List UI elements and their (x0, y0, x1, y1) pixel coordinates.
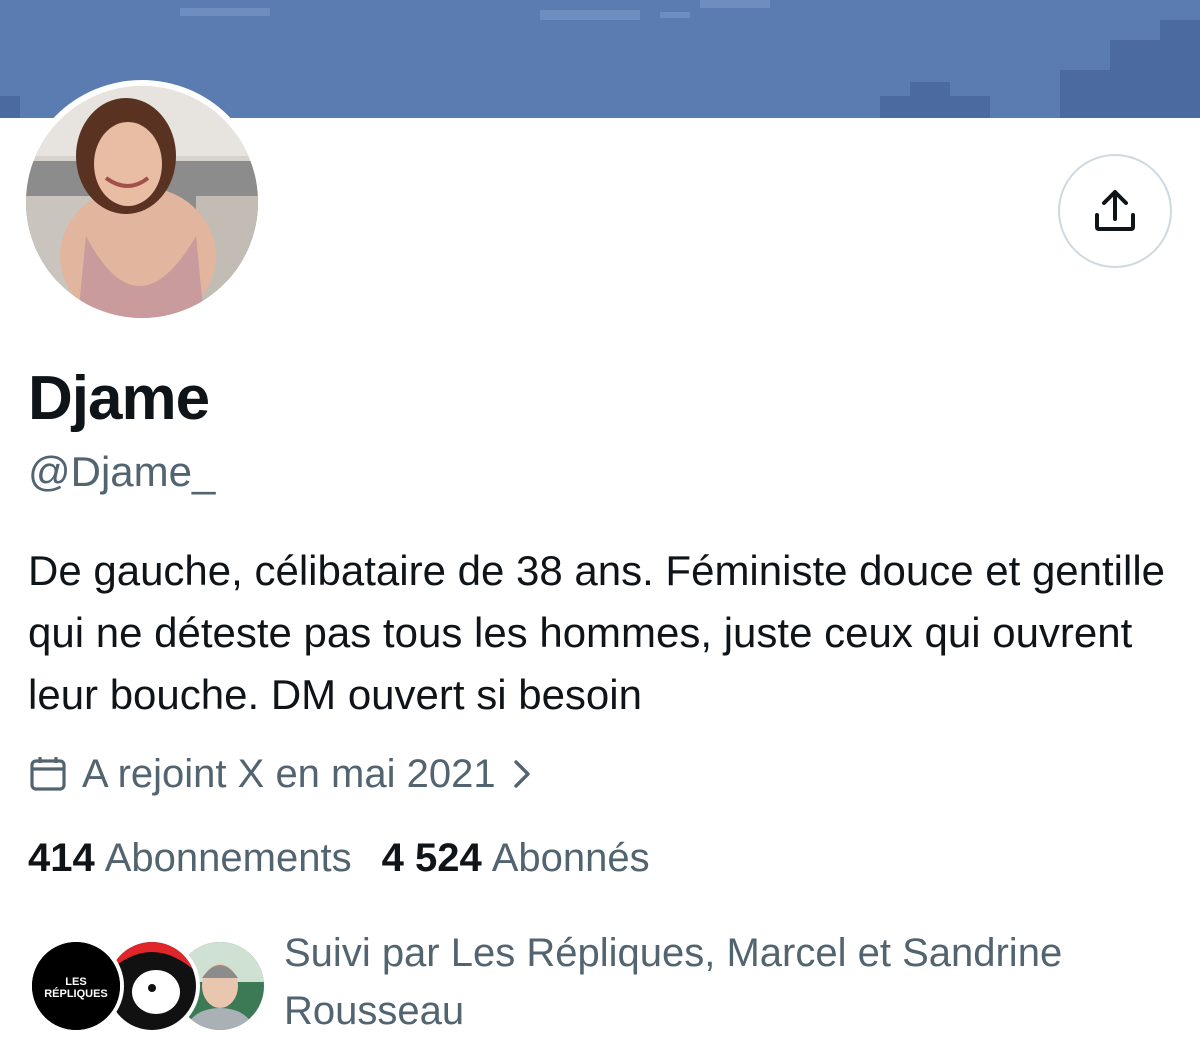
chevron-right-icon (513, 760, 530, 788)
share-button[interactable] (1058, 154, 1172, 268)
follower-avatar-1-text: LES RÉPLIQUES (44, 976, 108, 1000)
follower-avatar-les-repliques: LES RÉPLIQUES (28, 938, 124, 1034)
display-name: Djame (28, 364, 210, 433)
followed-by-text: Suivi par Les Répliques, Marcel et Sandr… (284, 931, 1063, 1033)
following-link[interactable]: 414 Abonnements (28, 836, 352, 881)
avatar-photo (26, 86, 258, 318)
avatar[interactable] (26, 86, 258, 318)
follow-stats: 414 Abonnements 4 524 Abonnés (28, 832, 650, 884)
followers-label: Abonnés (491, 835, 650, 880)
followed-by-section[interactable]: LES RÉPLIQUES Suivi par Les Répliques, M… (28, 930, 1178, 1040)
following-label: Abonnements (104, 835, 352, 880)
following-count: 414 (28, 835, 95, 880)
joined-date-text: A rejoint X en mai 2021 (82, 751, 496, 796)
joined-date-link[interactable]: A rejoint X en mai 2021 (28, 748, 534, 800)
username-handle: @Djame_ (28, 448, 216, 495)
profile-bio: De gauche, célibataire de 38 ans. Fémini… (28, 547, 1166, 718)
followers-link[interactable]: 4 524 Abonnés (382, 836, 650, 881)
calendar-icon (30, 757, 66, 791)
share-icon (1095, 190, 1135, 231)
followers-count: 4 524 (381, 835, 482, 880)
